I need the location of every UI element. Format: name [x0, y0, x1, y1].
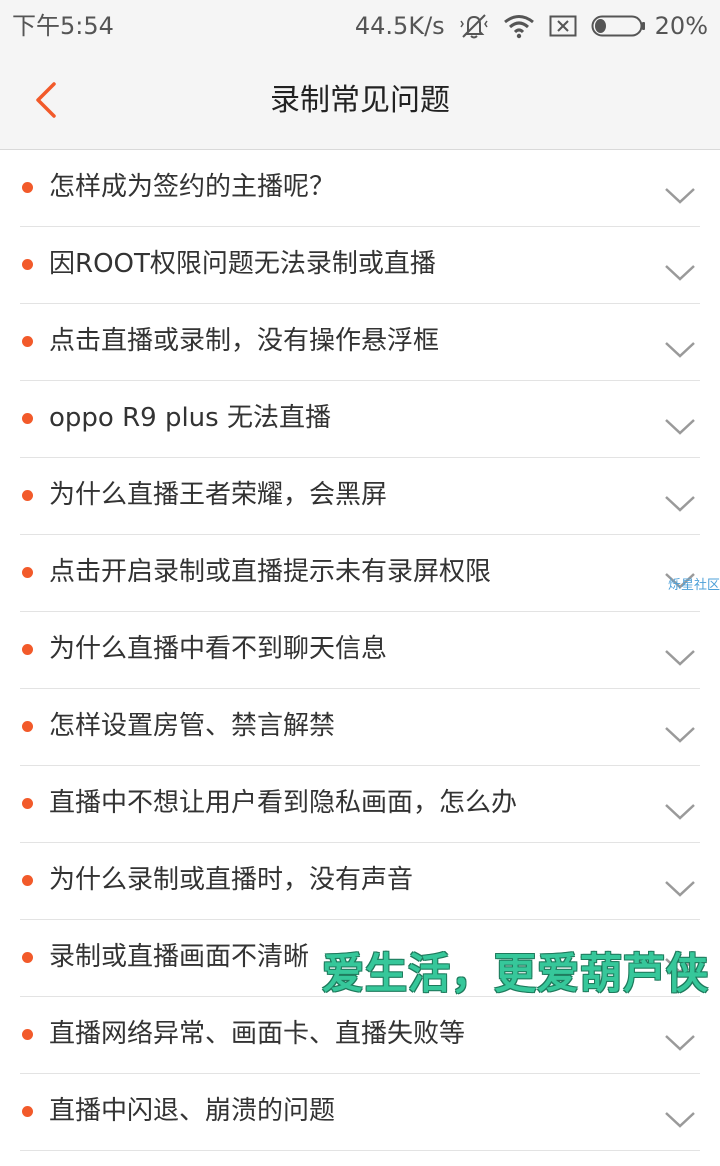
- faq-question: 直播网络异常、画面卡、直播失败等: [49, 1019, 466, 1049]
- faq-question: 录制或直播画面不清晰: [49, 942, 310, 972]
- watermark-main: 爱生活，更爱葫芦侠: [322, 949, 710, 998]
- faq-item[interactable]: oppo R9 plus 无法直播: [20, 381, 700, 458]
- faq-question: 为什么录制或直播时，没有声音: [49, 865, 414, 895]
- watermark-side: 烁星社区: [667, 578, 720, 593]
- bullet-dot: [22, 1106, 33, 1117]
- faq-question: 怎样设置房管、禁言解禁: [49, 711, 336, 741]
- page-title: 录制常见问题: [270, 83, 450, 118]
- faq-question: 为什么直播中看不到聊天信息: [49, 634, 388, 664]
- chevron-down-icon: [665, 265, 695, 281]
- battery-icon: [591, 15, 645, 37]
- chevron-down-icon: [665, 727, 695, 743]
- chevron-down-icon: [665, 419, 695, 435]
- bullet-dot: [22, 798, 33, 809]
- faq-item[interactable]: 怎样成为签约的主播呢？: [20, 150, 700, 227]
- faq-item[interactable]: 怎样设置房管、禁言解禁: [20, 689, 700, 766]
- bullet-dot: [22, 182, 33, 193]
- bullet-dot: [22, 952, 33, 963]
- faq-item[interactable]: 直播中不想让用户看到隐私画面，怎么办: [20, 766, 700, 843]
- faq-question: 为什么直播王者荣耀，会黑屏: [49, 480, 388, 510]
- chevron-down-icon: [665, 1035, 695, 1051]
- header: 录制常见问题: [0, 52, 720, 150]
- bullet-dot: [22, 336, 33, 347]
- bullet-dot: [22, 1029, 33, 1040]
- battery: 20%: [591, 12, 708, 40]
- bullet-dot: [22, 721, 33, 732]
- chevron-down-icon: [665, 342, 695, 358]
- faq-item[interactable]: 点击开启录制或直播提示未有录屏权限: [20, 535, 700, 612]
- chevron-down-icon: [665, 804, 695, 820]
- faq-question: oppo R9 plus 无法直播: [49, 403, 331, 433]
- bullet-dot: [22, 259, 33, 270]
- faq-item[interactable]: 为什么直播王者荣耀，会黑屏: [20, 458, 700, 535]
- battery-level: 20%: [654, 12, 708, 40]
- faq-item[interactable]: 直播网络异常、画面卡、直播失败等: [20, 997, 700, 1074]
- chevron-down-icon: [665, 881, 695, 897]
- faq-question: 怎样成为签约的主播呢？: [49, 172, 336, 202]
- status-icons: 44.5K/s 20%: [355, 10, 708, 42]
- faq-item[interactable]: 为什么直播中看不到聊天信息: [20, 612, 700, 689]
- bullet-dot: [22, 875, 33, 886]
- faq-question: 直播中闪退、崩溃的问题: [49, 1096, 336, 1126]
- faq-question: 点击直播或录制，没有操作悬浮框: [49, 326, 440, 356]
- mute-vibrate-icon: [459, 12, 489, 40]
- status-time: 下午5:54: [12, 12, 114, 40]
- bullet-dot: [22, 413, 33, 424]
- faq-question: 点击开启录制或直播提示未有录屏权限: [49, 557, 492, 587]
- faq-item[interactable]: 因ROOT权限问题无法录制或直播: [20, 227, 700, 304]
- no-sim-icon: [549, 15, 577, 37]
- bullet-dot: [22, 490, 33, 501]
- chevron-down-icon: [665, 1112, 695, 1128]
- wifi-icon: [503, 13, 535, 39]
- network-speed: 44.5K/s: [354, 12, 445, 40]
- faq-item[interactable]: 点击直播或录制，没有操作悬浮框: [20, 304, 700, 381]
- status-bar: 下午5:54 44.5K/s 20%: [0, 0, 720, 52]
- bullet-dot: [22, 644, 33, 655]
- chevron-down-icon: [665, 188, 695, 204]
- faq-item[interactable]: 直播中闪退、崩溃的问题: [20, 1074, 700, 1151]
- faq-question: 直播中不想让用户看到隐私画面，怎么办: [49, 788, 518, 818]
- chevron-down-icon: [665, 650, 695, 666]
- faq-question: 因ROOT权限问题无法录制或直播: [49, 249, 436, 279]
- chevron-down-icon: [665, 496, 695, 512]
- faq-item[interactable]: 为什么录制或直播时，没有声音: [20, 843, 700, 920]
- bullet-dot: [22, 567, 33, 578]
